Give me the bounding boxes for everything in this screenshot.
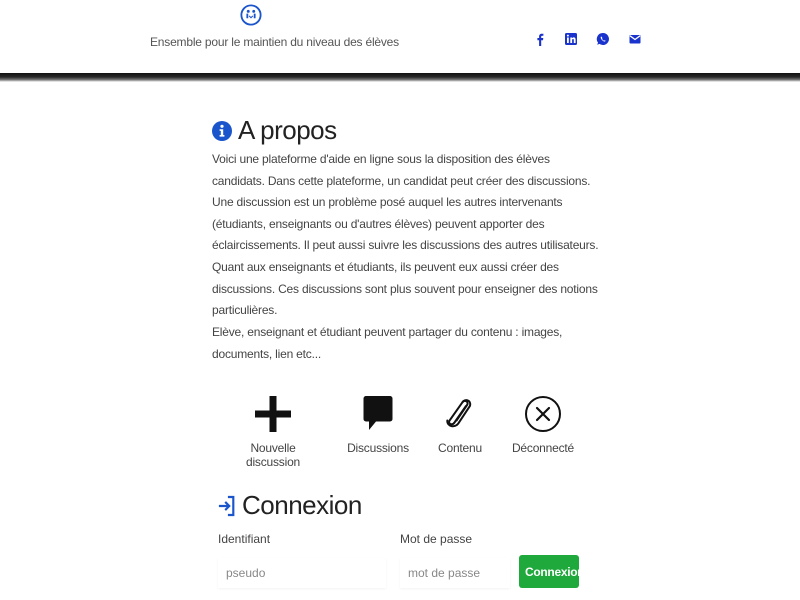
username-label: Identifiant xyxy=(218,532,271,546)
password-label: Mot de passe xyxy=(400,532,473,546)
people-exchange-icon[interactable] xyxy=(240,4,262,26)
disconnect-label: Déconnecté xyxy=(511,441,575,455)
password-input[interactable] xyxy=(400,558,510,588)
info-icon xyxy=(212,120,232,141)
new-discussion-label: Nouvelle discussion xyxy=(245,441,301,469)
about-title: A propos xyxy=(238,115,337,145)
mail-icon[interactable] xyxy=(628,32,642,46)
login-heading: Connexion xyxy=(218,490,362,521)
sign-in-icon xyxy=(218,495,235,516)
login-submit-button[interactable]: Connexion xyxy=(519,555,585,588)
header-divider xyxy=(0,73,800,82)
facebook-icon[interactable] xyxy=(533,32,547,46)
circle-x-icon xyxy=(525,396,561,432)
new-discussion-button[interactable]: Nouvelle discussion xyxy=(223,393,323,469)
username-input[interactable] xyxy=(218,558,386,588)
about-paragraph-3: Elève, enseignant et étudiant peuvent pa… xyxy=(212,325,563,361)
login-title: Connexion xyxy=(242,490,362,520)
site-tagline: Ensemble pour le maintien du niveau des … xyxy=(150,35,399,49)
whatsapp-icon[interactable] xyxy=(596,32,610,46)
site-header: Ensemble pour le maintien du niveau des … xyxy=(0,0,800,74)
plus-icon xyxy=(255,396,291,432)
disconnect-button[interactable]: Déconnecté xyxy=(493,393,593,455)
about-heading: A propos xyxy=(212,115,337,146)
linkedin-icon[interactable] xyxy=(564,32,578,46)
speech-bubble-icon xyxy=(363,396,393,430)
about-paragraph-1: Voici une plateforme d'aide en ligne sou… xyxy=(212,152,599,252)
paperclip-icon xyxy=(446,399,472,428)
about-paragraph-2: Quant aux enseignants et étudiants, ils … xyxy=(212,260,598,317)
